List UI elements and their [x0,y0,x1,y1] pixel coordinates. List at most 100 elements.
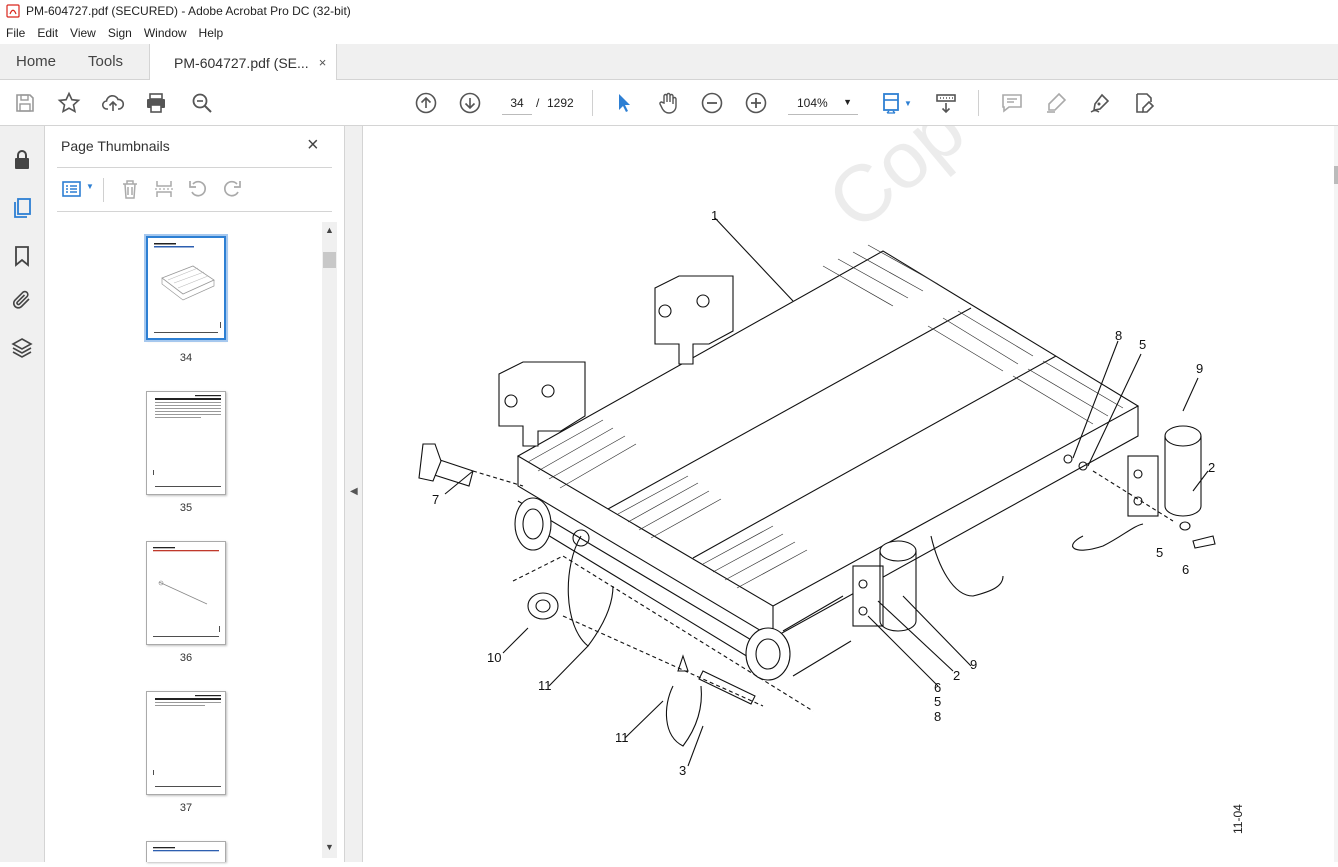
plus-circle-icon [745,92,767,114]
toolbar-divider [978,90,979,116]
callout-6: 6 [1182,562,1190,577]
zoom-out-button[interactable] [699,90,725,116]
menu-sign[interactable]: Sign [102,26,138,40]
scroll-up-icon[interactable]: ▲ [325,225,334,235]
menu-bar: File Edit View Sign Window Help [0,22,1338,44]
rotate-counterclockwise-button[interactable] [187,178,211,200]
printer-icon [147,93,165,113]
left-navigation-rail [0,126,45,862]
callout-2: 2 [1208,460,1216,475]
next-page-button[interactable] [457,90,483,116]
cloud-upload-icon [101,95,125,111]
thumbnail-preview [153,547,220,637]
tab-document[interactable]: PM-604727.pdf (SE... × [149,44,338,81]
zoom-level-value: 104% [797,95,828,110]
bookmark-star-button[interactable] [56,90,82,116]
upload-share-button[interactable] [100,90,126,116]
panel-title: Page Thumbnails [61,138,170,154]
fit-page-icon [883,93,899,114]
scrolling-mode-button[interactable] [933,90,959,116]
panel-collapse-handle[interactable]: ◀ [345,126,363,862]
document-view[interactable]: Cop 1 8 5 9 2 7 5 6 10 11 9 2 6 5 8 11 3… [363,126,1338,862]
parts-illustration: Cop [418,126,1216,767]
print-button[interactable] [143,90,169,116]
thumbnail-page-34[interactable] [144,234,228,342]
thumbnail-page-37[interactable] [146,691,226,795]
search-zoom-button[interactable] [189,90,215,116]
bookmarks-icon[interactable] [10,244,34,268]
callout-8: 8 [1115,328,1123,343]
layers-icon[interactable] [10,336,34,360]
callout-11: 11 [538,678,552,693]
highlight-button[interactable] [1043,90,1069,116]
select-tool-button[interactable] [611,90,637,116]
panel-divider [57,167,332,168]
tab-close-button[interactable]: × [319,55,327,70]
rotate-right-icon [223,180,241,197]
sign-button[interactable] [1087,90,1113,116]
watermark: Cop [811,126,981,246]
attachments-icon[interactable] [10,288,34,312]
callout-5: 5 [934,694,942,709]
zoom-in-button[interactable] [743,90,769,116]
callout-1: 1 [711,208,719,223]
pen-sign-icon [1090,93,1110,113]
edit-pdf-button[interactable] [1131,90,1157,116]
thumbnail-preview [153,695,221,787]
panel-divider [57,211,332,212]
thumbnail-preview [153,395,221,487]
save-button[interactable] [12,90,38,116]
lock-icon[interactable] [10,148,34,172]
rotate-clockwise-button[interactable] [221,178,245,200]
pointer-arrow-icon [619,94,630,112]
chevron-down-icon: ▼ [904,98,912,108]
title-bar: PM-604727.pdf (SECURED) - Adobe Acrobat … [0,0,1338,22]
thumbnail-page-35[interactable] [146,391,226,495]
thumbnail-page-number: 36 [179,652,193,664]
zoom-level-select[interactable]: 104% ▼ [788,91,858,115]
callout-5: 5 [1139,337,1147,352]
star-icon [57,91,81,114]
page-number-input[interactable]: 34 [502,91,532,115]
callout-9: 9 [970,657,978,672]
scrollbar-thumb[interactable] [323,252,336,268]
list-options-icon [62,181,81,197]
highlighter-icon [1047,92,1067,113]
page-display-button[interactable]: ▼ [878,90,914,116]
thumbnails-scrollbar[interactable]: ▲ ▼ [322,222,337,858]
thumbnail-page-38[interactable] [146,841,226,862]
thumbnail-page-number: 35 [179,502,193,514]
magnifier-icon [192,93,212,113]
thumbnail-page-36[interactable] [146,541,226,645]
thumbnail-options-button[interactable]: ▼ [61,178,97,200]
panel-tool-divider [103,178,104,202]
document-figure-number: 11-04 [1231,804,1245,834]
scrollbar-thumb[interactable] [1334,166,1338,184]
chevron-down-icon: ▼ [843,97,852,107]
thumbnail-preview [153,847,219,852]
document-scrollbar[interactable] [1334,126,1338,862]
previous-page-button[interactable] [413,90,439,116]
delete-pages-button[interactable] [119,178,143,200]
comment-button[interactable] [999,90,1025,116]
total-pages: 1292 [547,96,574,110]
extract-pages-button[interactable] [153,178,177,200]
thumbnail-page-number: 34 [179,352,193,364]
arrow-down-circle-icon [459,92,481,114]
panel-close-button[interactable]: × [307,134,319,157]
hand-tool-button[interactable] [655,90,681,116]
page-separator: / [536,96,540,110]
menu-edit[interactable]: Edit [31,26,64,40]
callout-7: 7 [432,492,440,507]
menu-help[interactable]: Help [193,26,230,40]
minus-circle-icon [701,92,723,114]
page-thumbnails-icon[interactable] [10,196,34,220]
menu-window[interactable]: Window [138,26,193,40]
tab-home[interactable]: Home [0,44,72,79]
menu-file[interactable]: File [0,26,31,40]
callout-9: 9 [1196,361,1204,376]
scroll-down-icon[interactable]: ▼ [325,842,334,852]
tab-tools[interactable]: Tools [72,44,139,79]
callout-3: 3 [679,763,687,778]
menu-view[interactable]: View [64,26,102,40]
